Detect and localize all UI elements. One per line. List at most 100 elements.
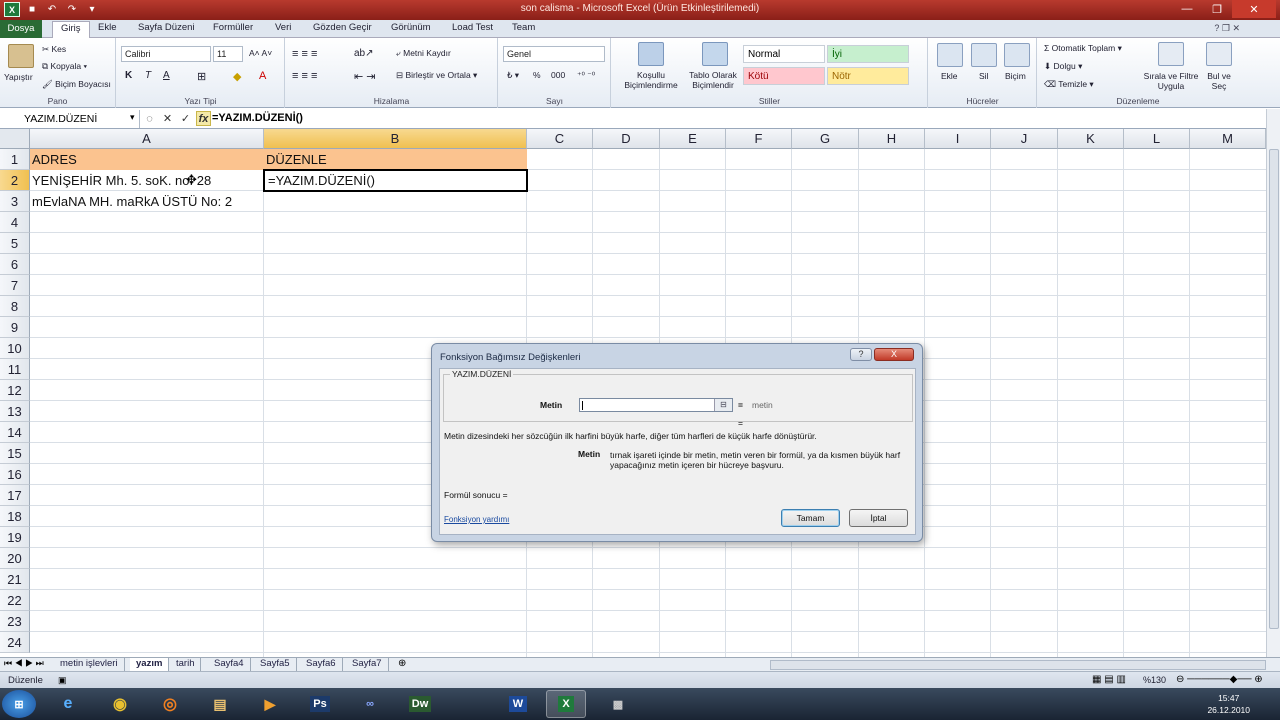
borders-icon[interactable]: ⊞ bbox=[197, 70, 206, 83]
column-header-e[interactable]: E bbox=[660, 129, 726, 149]
row-header[interactable]: 23 bbox=[0, 611, 30, 632]
row-header[interactable]: 9 bbox=[0, 317, 30, 338]
indent-icons[interactable]: ⇤ ⇥ bbox=[354, 70, 376, 83]
row-header[interactable]: 20 bbox=[0, 548, 30, 569]
column-header-k[interactable]: K bbox=[1058, 129, 1124, 149]
format-cells-button[interactable]: Biçim bbox=[1005, 71, 1026, 81]
style-good[interactable]: İyi bbox=[827, 45, 909, 63]
format-table-icon[interactable] bbox=[702, 42, 728, 66]
zoom-slider[interactable]: ⊖ ──────◆── ⊕ bbox=[1176, 674, 1263, 685]
find-select-icon[interactable] bbox=[1206, 42, 1232, 66]
font-size-select[interactable]: 11 bbox=[213, 46, 243, 62]
orientation-icon[interactable]: ab↗ bbox=[354, 48, 374, 59]
help-icon[interactable]: ? ❐ ✕ bbox=[1214, 23, 1240, 34]
dreamweaver-icon[interactable]: Dw bbox=[400, 690, 440, 718]
column-header-g[interactable]: G bbox=[792, 129, 859, 149]
dialog-help-button[interactable]: ? bbox=[850, 348, 872, 361]
tab-insert[interactable]: Ekle bbox=[98, 22, 116, 33]
sheet-tab-sayfa6[interactable]: Sayfa6 bbox=[300, 658, 343, 671]
row-header[interactable]: 11 bbox=[0, 359, 30, 380]
column-header-f[interactable]: F bbox=[726, 129, 792, 149]
tab-page-layout[interactable]: Sayfa Düzeni bbox=[138, 22, 195, 33]
formula-input[interactable]: =YAZIM.DÜZENİ() bbox=[212, 112, 303, 124]
tab-load-test[interactable]: Load Test bbox=[452, 22, 493, 33]
cell-b1[interactable]: DÜZENLE bbox=[264, 149, 527, 170]
cancel-button[interactable]: İptal bbox=[849, 509, 908, 527]
decimal-icons[interactable]: ⁺⁰ ⁻⁰ bbox=[577, 70, 595, 81]
tab-data[interactable]: Veri bbox=[275, 22, 291, 33]
sort-filter-button[interactable]: Sırala ve Filtre Uygula bbox=[1138, 71, 1204, 91]
style-bad[interactable]: Kötü bbox=[743, 67, 825, 85]
media-player-icon[interactable]: ▶ bbox=[250, 690, 290, 718]
fill-button[interactable]: ⬇ Dolgu ▾ bbox=[1044, 61, 1082, 72]
thousands-button[interactable]: 000 bbox=[551, 70, 565, 80]
name-box-dropdown-icon[interactable]: ▾ bbox=[130, 112, 135, 123]
cut-button[interactable]: ✂ Kes bbox=[42, 44, 66, 55]
cancel-icon[interactable]: ✕ bbox=[160, 111, 175, 126]
bold-button[interactable]: K bbox=[125, 70, 132, 81]
tab-home[interactable]: Giriş bbox=[52, 21, 90, 38]
explorer-icon[interactable]: ▤ bbox=[200, 690, 240, 718]
cell-a2[interactable]: YENİŞEHİR Mh. 5. soK. no: 28 bbox=[30, 170, 264, 191]
autosum-button[interactable]: Σ Otomatik Toplam ▾ bbox=[1044, 43, 1122, 54]
vertical-scroll-thumb[interactable] bbox=[1269, 149, 1279, 629]
column-header-h[interactable]: H bbox=[859, 129, 925, 149]
zoom-level[interactable]: %130 bbox=[1143, 675, 1166, 685]
taskbar-clock[interactable]: 15:47 26.12.2010 bbox=[1207, 692, 1250, 716]
tab-formulas[interactable]: Formüller bbox=[213, 22, 253, 33]
new-sheet-icon[interactable]: ⊕ bbox=[398, 658, 406, 669]
cell-a1[interactable]: ADRES bbox=[30, 149, 264, 170]
style-normal[interactable]: Normal bbox=[743, 45, 825, 63]
format-painter-button[interactable]: 🖌 Biçim Boyacısı bbox=[42, 79, 111, 90]
row-header[interactable]: 7 bbox=[0, 275, 30, 296]
tab-team[interactable]: Team bbox=[512, 22, 535, 33]
tab-review[interactable]: Gözden Geçir bbox=[313, 22, 372, 33]
row-header[interactable]: 1 bbox=[0, 149, 30, 170]
view-buttons-icon[interactable]: ▦ ▤ ▥ bbox=[1092, 674, 1126, 685]
excel-taskbar-icon[interactable]: X bbox=[546, 690, 586, 718]
row-header[interactable]: 8 bbox=[0, 296, 30, 317]
row-header[interactable]: 22 bbox=[0, 590, 30, 611]
sheet-tab-yazim[interactable]: yazım bbox=[130, 658, 170, 671]
tab-view[interactable]: Görünüm bbox=[391, 22, 431, 33]
column-header-l[interactable]: L bbox=[1124, 129, 1190, 149]
font-family-select[interactable]: Calibri bbox=[121, 46, 211, 62]
row-header[interactable]: 16 bbox=[0, 464, 30, 485]
row-header[interactable]: 13 bbox=[0, 401, 30, 422]
select-all-corner[interactable] bbox=[0, 129, 30, 149]
row-header[interactable]: 21 bbox=[0, 569, 30, 590]
metin-input[interactable] bbox=[579, 398, 733, 412]
sheet-nav-icons[interactable]: ⏮ ◀ ▶ ⏭ bbox=[4, 658, 44, 669]
sheet-tab-sayfa4[interactable]: Sayfa4 bbox=[208, 658, 251, 671]
column-header-i[interactable]: I bbox=[925, 129, 991, 149]
delete-cells-button[interactable]: Sil bbox=[979, 71, 988, 81]
font-grow-icon[interactable]: A˄ A˅ bbox=[249, 48, 272, 58]
name-box[interactable]: YAZIM.DÜZENİ bbox=[0, 110, 140, 128]
tool-app-icon[interactable]: ▩ bbox=[598, 690, 638, 718]
font-color-icon[interactable]: A bbox=[259, 70, 266, 82]
enter-icon[interactable]: ✓ bbox=[178, 111, 193, 126]
row-header[interactable]: 14 bbox=[0, 422, 30, 443]
clear-button[interactable]: ⌫ Temizle ▾ bbox=[1044, 79, 1094, 90]
row-header[interactable]: 5 bbox=[0, 233, 30, 254]
row-header[interactable]: 19 bbox=[0, 527, 30, 548]
ok-button[interactable]: Tamam bbox=[781, 509, 840, 527]
align-left-icons[interactable]: ≡ ≡ ≡ bbox=[292, 70, 317, 82]
row-header[interactable]: 10 bbox=[0, 338, 30, 359]
wrap-text-button[interactable]: ⤶ Metni Kaydır bbox=[396, 48, 451, 59]
italic-button[interactable]: T bbox=[145, 70, 151, 81]
row-header[interactable]: 15 bbox=[0, 443, 30, 464]
row-header[interactable]: 18 bbox=[0, 506, 30, 527]
tab-file[interactable]: Dosya bbox=[0, 20, 42, 38]
row-header[interactable]: 24 bbox=[0, 632, 30, 653]
column-header-m[interactable]: M bbox=[1190, 129, 1266, 149]
currency-icon[interactable]: ₺ ▾ bbox=[507, 70, 519, 81]
insert-function-icon[interactable]: fx bbox=[196, 111, 211, 126]
column-header-d[interactable]: D bbox=[593, 129, 660, 149]
number-format-select[interactable]: Genel bbox=[503, 46, 605, 62]
delete-cells-icon[interactable] bbox=[971, 43, 997, 67]
sheet-tab-tarih[interactable]: tarih bbox=[170, 658, 202, 671]
expand-icon[interactable]: ◌ bbox=[142, 111, 157, 126]
close-button[interactable]: ✕ bbox=[1232, 0, 1276, 18]
sheet-tab-metin-islevleri[interactable]: metin işlevleri bbox=[54, 658, 125, 671]
